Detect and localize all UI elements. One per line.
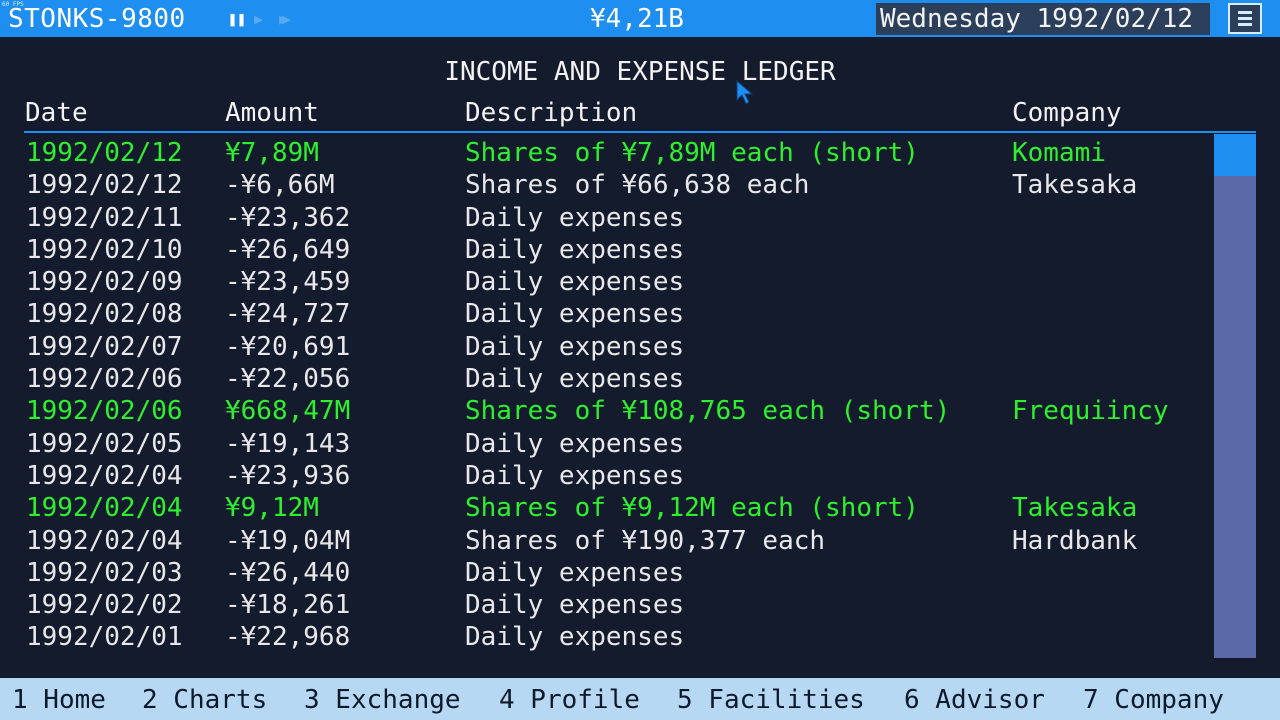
ledger-cell-description: Daily expenses [465,202,685,233]
table-row[interactable]: 1992/02/01 -¥22,968 Daily expenses [0,621,1210,653]
ledger-cell-description: Daily expenses [465,557,685,588]
column-header-description: Description [465,98,638,128]
ledger-cell-amount: -¥6,66M [225,170,335,201]
table-row[interactable]: 1992/02/02 -¥18,261 Daily expenses [0,589,1210,621]
ledger-cell-description: Daily expenses [465,267,685,298]
ledger-cell-description: Daily expenses [465,364,685,395]
ledger-cell-amount: -¥22,056 [225,364,351,395]
scrollbar[interactable] [1214,134,1256,658]
ledger-cell-description: Daily expenses [465,299,685,330]
ledger-cell-amount: -¥20,691 [225,331,351,362]
play-icon[interactable]: ▶ [254,9,263,29]
ledger-cell-description: Daily expenses [465,590,685,621]
ledger-cell-date: 1992/02/06 [26,396,183,427]
table-row[interactable]: 1992/02/11 -¥23,362 Daily expenses [0,202,1210,234]
ledger-cell-amount: -¥26,649 [225,234,351,265]
app-title: STONKS-9800 [8,4,186,34]
fast-forward-icon[interactable]: ▶▶ [279,9,291,29]
ledger-cell-description: Daily expenses [465,331,685,362]
ledger-cell-date: 1992/02/04 [26,493,183,524]
table-row[interactable]: 1992/02/04 -¥23,936 Daily expenses [0,460,1210,492]
table-row[interactable]: 1992/02/07 -¥20,691 Daily expenses [0,331,1210,363]
ledger-cell-amount: ¥7,89M [225,138,319,168]
table-row[interactable]: 1992/02/12 -¥6,66M Shares of ¥66,638 each T… [0,169,1210,201]
scrollbar-thumb[interactable] [1214,134,1256,176]
ledger-cell-description: Daily expenses [465,428,685,459]
nav-item-exchange[interactable]: 3 Exchange [304,683,461,717]
table-row[interactable]: 1992/02/09 -¥23,459 Daily expenses [0,266,1210,298]
ledger-cell-amount: -¥18,261 [225,590,351,621]
ledger-cell-company: Frequiincy [1012,396,1169,427]
table-row[interactable]: 1992/02/05 -¥19,143 Daily expenses [0,428,1210,460]
ledger-cell-date: 1992/02/04 [26,525,183,556]
ledger-rows: 1992/02/12 ¥7,89M Shares of ¥7,89M each (s… [0,137,1210,654]
ledger-cell-amount: -¥23,936 [225,460,351,491]
ledger-cell-date: 1992/02/04 [26,460,183,491]
column-header-company: Company [1012,98,1122,128]
ledger-cell-description: Shares of ¥9,12M each (short) [465,493,919,524]
date-display: Wednesday 1992/02/12 [876,3,1210,35]
nav-item-advisor[interactable]: 6 Advisor [904,683,1045,717]
ledger-cell-amount: -¥23,459 [225,267,351,298]
ledger-cell-company: Hardbank [1012,525,1138,556]
nav-item-profile[interactable]: 4 Profile [499,683,640,717]
current-date: Wednesday 1992/02/12 [880,4,1194,34]
ledger-cell-company: Takesaka [1012,170,1138,201]
table-row[interactable]: 1992/02/10 -¥26,649 Daily expenses [0,234,1210,266]
ledger-cell-amount: -¥23,362 [225,202,351,233]
ledger-cell-date: 1992/02/11 [26,202,183,233]
table-row[interactable]: 1992/02/06 -¥22,056 Daily expenses [0,363,1210,395]
ledger-cell-company: Komami [1012,138,1106,168]
header-divider [24,131,1256,133]
ledger-cell-date: 1992/02/12 [26,138,183,168]
column-header-date: Date [25,98,88,128]
ledger-cell-date: 1992/02/06 [26,364,183,395]
ledger-cell-amount: -¥19,04M [225,525,351,556]
ledger-cell-amount: ¥668,47M [225,396,351,427]
ledger-cell-date: 1992/02/05 [26,428,183,459]
ledger-cell-description: Shares of ¥66,638 each [465,170,810,201]
ledger-cell-date: 1992/02/12 [26,170,183,201]
ledger-cell-date: 1992/02/01 [26,622,183,653]
pause-icon[interactable]: ❚❚ [228,9,246,29]
ledger-cell-date: 1992/02/03 [26,557,183,588]
ledger-cell-amount: ¥9,12M [225,493,319,524]
table-row[interactable]: 1992/02/06 ¥668,47M Shares of ¥108,765 eac… [0,395,1210,427]
ledger-cell-date: 1992/02/10 [26,234,183,265]
ledger-cell-description: Daily expenses [465,622,685,653]
ledger-cell-description: Shares of ¥7,89M each (short) [465,138,919,168]
ledger-cell-amount: -¥22,968 [225,622,351,653]
nav-item-home[interactable]: 1 Home [12,683,106,717]
table-row[interactable]: 1992/02/12 ¥7,89M Shares of ¥7,89M each (s… [0,137,1210,169]
ledger-cell-description: Daily expenses [465,234,685,265]
table-row[interactable]: 1992/02/08 -¥24,727 Daily expenses [0,298,1210,330]
ledger-cell-amount: -¥19,143 [225,428,351,459]
cash-balance: ¥4,21B [590,4,684,34]
table-row[interactable]: 1992/02/03 -¥26,440 Daily expenses [0,557,1210,589]
ledger-title: INCOME AND EXPENSE LEDGER [444,57,836,87]
ledger-cell-date: 1992/02/09 [26,267,183,298]
nav-item-company[interactable]: 7 Company [1083,683,1224,717]
nav-item-facilities[interactable]: 5 Facilities [677,683,865,717]
stonks-app-window: 60 FPS STONKS-9800 ❚❚ ▶ ▶▶ ¥4,21B Wednes… [0,0,1280,720]
ledger-cell-description: Shares of ¥108,765 each (short) [465,396,951,427]
ledger-cell-amount: -¥26,440 [225,557,351,588]
mouse-cursor-icon [736,79,756,110]
ledger-cell-date: 1992/02/02 [26,590,183,621]
ledger-cell-description: Shares of ¥190,377 each [465,525,826,556]
table-row[interactable]: 1992/02/04 -¥19,04M Shares of ¥190,377 eac… [0,525,1210,557]
table-row[interactable]: 1992/02/04 ¥9,12M Shares of ¥9,12M each (s… [0,492,1210,524]
bottom-nav: 1 Home 2 Charts 3 Exchange 4 Profile 5 F… [0,678,1280,720]
ledger-cell-description: Daily expenses [465,460,685,491]
hamburger-menu-icon[interactable] [1228,3,1262,34]
column-header-amount: Amount [225,98,319,128]
top-bar: 60 FPS STONKS-9800 ❚❚ ▶ ▶▶ ¥4,21B Wednes… [0,0,1280,37]
ledger-cell-date: 1992/02/07 [26,331,183,362]
ledger-cell-amount: -¥24,727 [225,299,351,330]
nav-item-charts[interactable]: 2 Charts [142,683,267,717]
ledger-cell-date: 1992/02/08 [26,299,183,330]
ledger-cell-company: Takesaka [1012,493,1138,524]
